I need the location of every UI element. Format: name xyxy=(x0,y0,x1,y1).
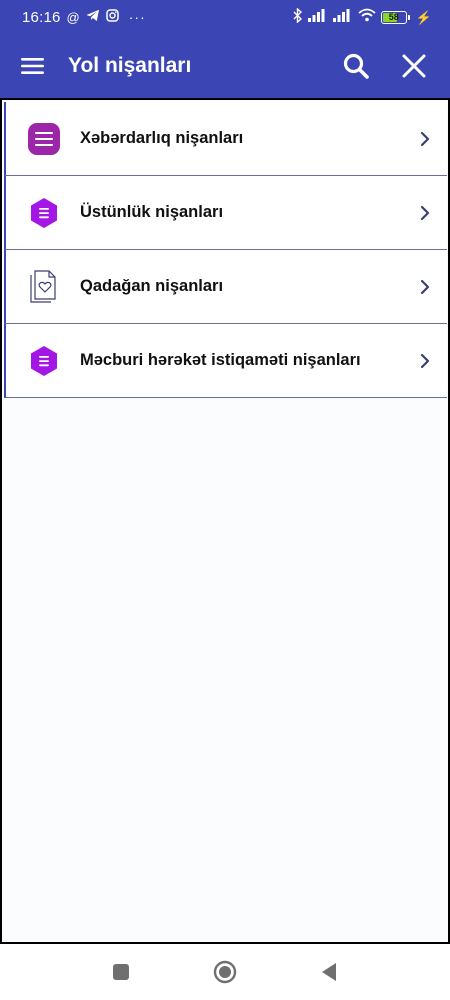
content-area: Xəbərdarlıq nişanları Üstünlük nişanları… xyxy=(0,98,450,944)
menu-icon[interactable] xyxy=(20,46,46,86)
list-item[interactable]: Xəbərdarlıq nişanları xyxy=(4,102,447,176)
more-dots-icon: ··· xyxy=(128,9,146,25)
chevron-right-icon xyxy=(415,353,435,369)
status-bar: 16:16 @ ··· 58 ⚡ xyxy=(0,0,450,34)
heart-document-icon xyxy=(26,269,62,305)
category-list: Xəbərdarlıq nişanları Üstünlük nişanları… xyxy=(4,102,447,398)
status-time: 16:16 xyxy=(22,8,61,26)
list-item-label: Məcburi hərəkət istiqaməti nişanları xyxy=(80,351,361,369)
battery-icon: 58 xyxy=(380,10,410,24)
search-icon[interactable] xyxy=(336,46,376,86)
instagram-icon xyxy=(106,8,119,26)
close-icon[interactable] xyxy=(394,46,434,86)
list-item[interactable]: Qadağan nişanları xyxy=(4,250,447,324)
list-item[interactable]: Məcburi hərəkət istiqaməti nişanları xyxy=(4,324,447,398)
list-item-label: Üstünlük nişanları xyxy=(80,203,224,221)
list-hexagon-icon xyxy=(26,195,62,231)
chevron-right-icon xyxy=(415,279,435,295)
telegram-icon xyxy=(86,9,100,26)
battery-level: 58 xyxy=(388,12,399,22)
list-hexagon-icon xyxy=(26,343,62,379)
status-left: 16:16 @ ··· xyxy=(22,9,146,26)
list-rounded-square-icon xyxy=(26,121,62,157)
chevron-right-icon xyxy=(415,131,435,147)
signal-icon xyxy=(332,8,353,26)
navigation-bar xyxy=(0,944,450,1000)
list-item-label: Qadağan nişanları xyxy=(80,277,224,295)
at-sign-icon: @ xyxy=(66,9,80,25)
signal-icon xyxy=(307,8,328,26)
recent-apps-icon[interactable] xyxy=(107,958,135,986)
wifi-icon xyxy=(358,8,376,26)
home-icon[interactable] xyxy=(211,958,239,986)
bluetooth-icon xyxy=(293,6,303,27)
back-icon[interactable] xyxy=(315,958,343,986)
list-item[interactable]: Üstünlük nişanları xyxy=(4,176,447,250)
list-item-label: Xəbərdarlıq nişanları xyxy=(80,129,244,147)
status-right: 58 ⚡ xyxy=(293,6,432,27)
app-bar: Yol nişanları xyxy=(0,34,450,98)
page-title: Yol nişanları xyxy=(68,54,192,77)
chevron-right-icon xyxy=(415,205,435,221)
charging-icon: ⚡ xyxy=(415,9,432,25)
